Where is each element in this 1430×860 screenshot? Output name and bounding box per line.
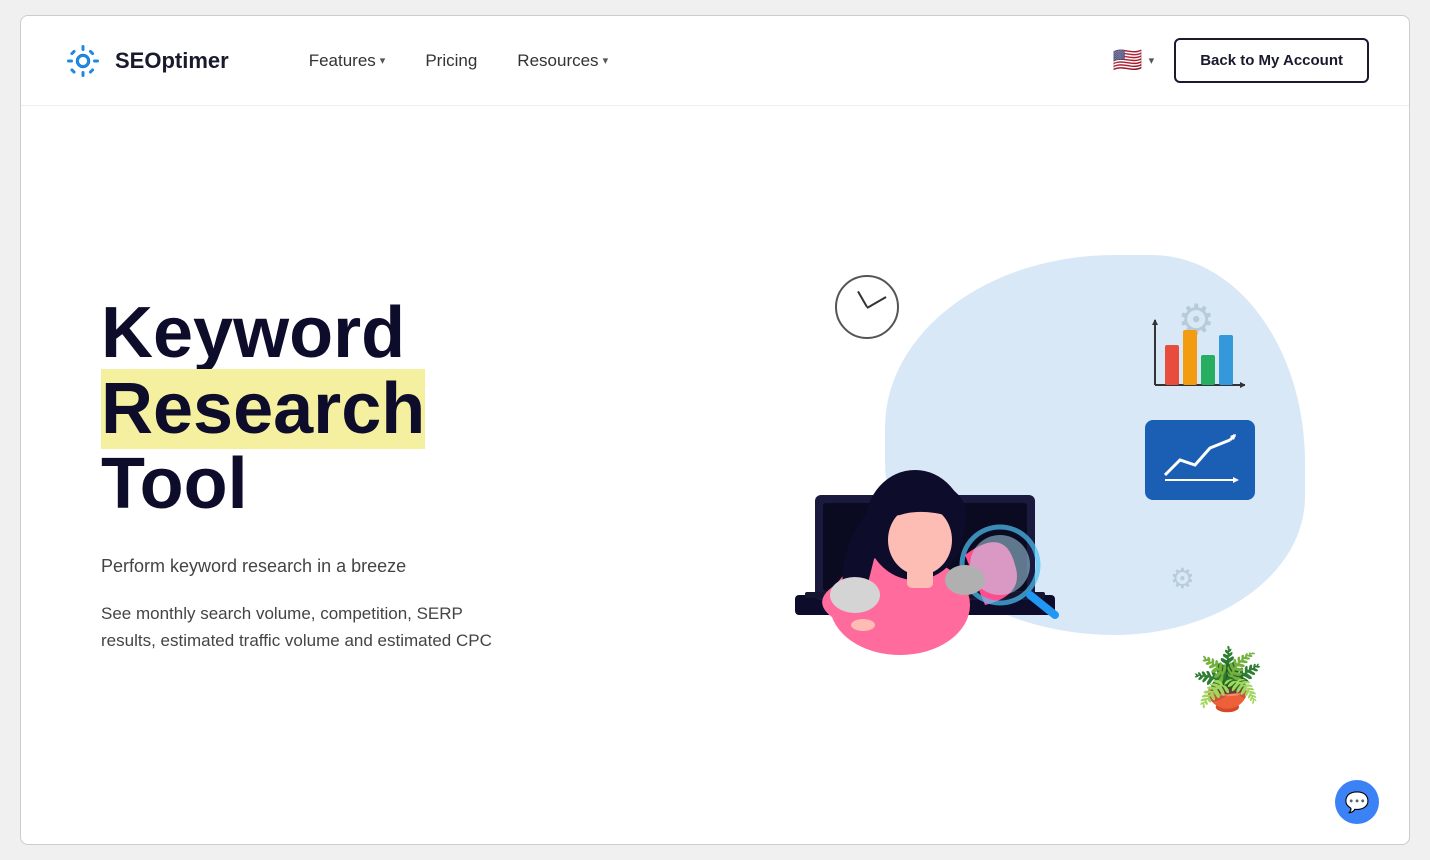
browser-frame: SEOptimer Features ▾ Pricing Resources ▾…: [20, 15, 1410, 845]
flag-icon: 🇺🇸: [1113, 46, 1143, 75]
trend-chart-icon: [1145, 420, 1255, 500]
hero-section: Keyword Research Tool Perform keyword re…: [21, 106, 1409, 844]
illustration: ⚙ ⚙ ⚙: [675, 235, 1275, 715]
plant-icon: 🪴: [1190, 644, 1265, 715]
chat-icon: 💬: [1345, 790, 1370, 815]
hero-right: ⚙ ⚙ ⚙: [601, 146, 1349, 804]
logo-link[interactable]: SEOptimer: [61, 39, 229, 83]
resources-chevron-icon: ▾: [603, 54, 609, 67]
hero-subtitle: Perform keyword research in a breeze: [101, 553, 601, 580]
clock-icon: [835, 275, 899, 339]
hero-description: See monthly search volume, competition, …: [101, 600, 501, 654]
nav-right: 🇺🇸 ▾ Back to My Account: [1113, 38, 1369, 83]
bar-chart-icon: [1145, 315, 1245, 395]
chat-bubble-button[interactable]: 💬: [1335, 780, 1379, 824]
logo-icon: [61, 39, 105, 83]
language-chevron-icon: ▾: [1149, 54, 1155, 67]
logo-text: SEOptimer: [115, 48, 229, 74]
features-chevron-icon: ▾: [380, 54, 386, 67]
hero-left: Keyword Research Tool Perform keyword re…: [101, 296, 601, 654]
gear3-icon: ⚙: [1170, 562, 1195, 595]
navbar: SEOptimer Features ▾ Pricing Resources ▾…: [21, 16, 1409, 106]
nav-features[interactable]: Features ▾: [309, 51, 386, 71]
hero-title: Keyword Research Tool: [101, 296, 601, 523]
nav-resources[interactable]: Resources ▾: [517, 51, 608, 71]
nav-links: Features ▾ Pricing Resources ▾: [309, 51, 608, 71]
back-to-account-button[interactable]: Back to My Account: [1174, 38, 1369, 83]
main-figure-illustration: [715, 295, 1095, 715]
language-selector[interactable]: 🇺🇸 ▾: [1113, 46, 1154, 75]
nav-pricing[interactable]: Pricing: [425, 51, 477, 71]
